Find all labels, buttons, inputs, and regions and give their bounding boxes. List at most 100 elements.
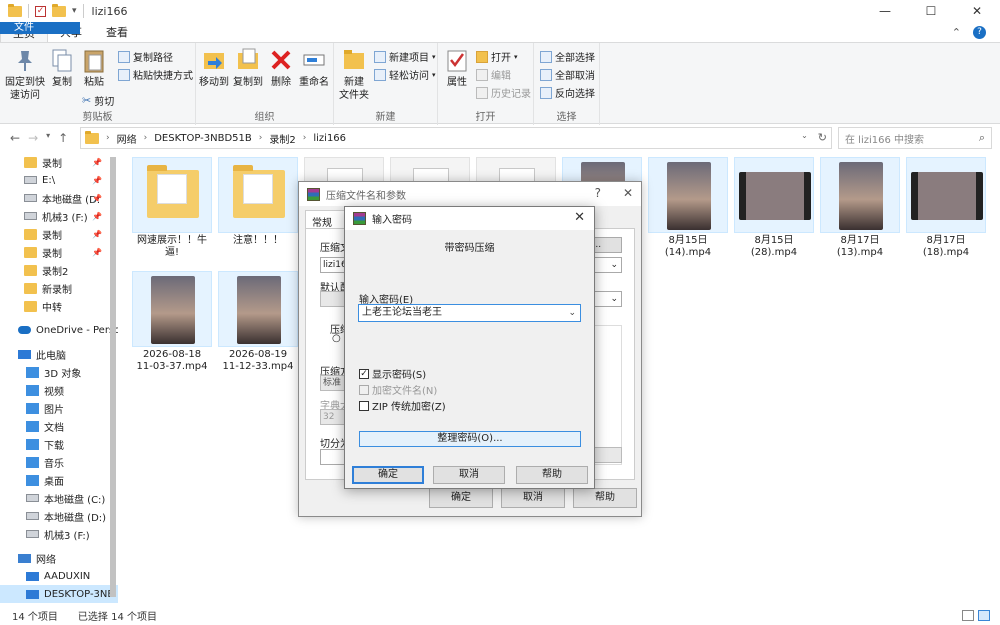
new-folder-quick-icon[interactable] (52, 3, 66, 17)
sidebar-item[interactable]: 下载 (0, 435, 118, 453)
help-button[interactable]: ? (595, 186, 601, 200)
recent-chevron-icon[interactable]: ▾ (46, 131, 50, 145)
history-button[interactable]: 历史记录 (476, 85, 531, 100)
breadcrumb-lizi166[interactable]: lizi166 (313, 133, 346, 144)
tab-general[interactable]: 常规 (305, 210, 345, 229)
properties-button[interactable]: 属性 (442, 47, 472, 89)
file-item[interactable]: 2026-08-19 11-12-33.mp4 (218, 271, 298, 373)
breadcrumb-network[interactable]: 网络 (117, 131, 137, 146)
sidebar-item[interactable]: 此电脑 (0, 345, 118, 363)
zip-legacy-checkbox[interactable]: ZIP 传统加密(Z) (359, 398, 446, 413)
search-input[interactable]: 在 lizi166 中搜索 ⌕ (838, 127, 992, 149)
breadcrumb-desktop[interactable]: DESKTOP-3NBD51B (154, 133, 252, 144)
breadcrumb-recording2[interactable]: 录制2 (269, 131, 295, 146)
chevron-right-icon[interactable]: › (303, 133, 307, 143)
pin-quick-access-button[interactable]: 固定到快 速访问 (4, 47, 46, 102)
sidebar-item[interactable]: 图片 (0, 399, 118, 417)
paste-shortcut-button[interactable]: 粘贴快捷方式 (118, 67, 193, 82)
sidebar-item[interactable]: 本地磁盘 (D:) (0, 507, 118, 525)
sidebar-item[interactable]: 本地磁盘 (D: 📌 (0, 189, 118, 207)
address-history-chevron-icon[interactable]: ⌄ (801, 131, 808, 144)
ribbon-collapse-icon[interactable]: ⌃ (952, 26, 961, 39)
copy-button[interactable]: 复制 (48, 47, 76, 89)
new-item-button[interactable]: 新建项目 ▾ (374, 49, 436, 64)
delete-button[interactable]: 删除 (268, 47, 294, 89)
sidebar-item[interactable]: 3D 对象 (0, 363, 118, 381)
tab-file[interactable]: 文件 (0, 22, 80, 34)
sidebar-item[interactable]: AADUXIN (0, 567, 118, 585)
minimize-button[interactable]: — (862, 0, 908, 22)
copy-path-button[interactable]: 复制路径 (118, 49, 173, 64)
refresh-icon[interactable]: ↻ (818, 131, 827, 144)
close-button[interactable]: ✕ (954, 0, 1000, 22)
ok-button[interactable]: 确定 (429, 488, 493, 508)
paste-label: 粘贴 (84, 77, 104, 88)
copy-to-button[interactable]: 复制到 (232, 47, 264, 89)
sidebar-item[interactable]: DESKTOP-3NB (0, 585, 118, 603)
file-item[interactable]: 网速展示！！牛 逼! (132, 157, 212, 259)
sidebar-item[interactable]: 本地磁盘 (C:) (0, 489, 118, 507)
encrypt-names-checkbox[interactable]: 加密文件名(N) (359, 382, 437, 397)
file-item[interactable]: 8月15日 (14).mp4 (648, 157, 728, 259)
properties-quick-icon[interactable]: ✓ (35, 5, 46, 17)
manage-passwords-button[interactable]: 整理密码(O)... (359, 431, 581, 447)
new-folder-button[interactable]: 新建 文件夹 (338, 47, 370, 102)
show-password-checkbox[interactable]: ✓ 显示密码(S) (359, 366, 426, 381)
up-arrow-icon[interactable]: ↑ (58, 131, 68, 145)
edit-button[interactable]: 编辑 (476, 67, 511, 82)
easy-access-button[interactable]: 轻松访问 ▾ (374, 67, 436, 82)
details-view-icon[interactable] (962, 610, 974, 621)
file-item[interactable]: 8月15日 (28).mp4 (734, 157, 814, 259)
sidebar-item[interactable]: 视频 (0, 381, 118, 399)
tab-view[interactable]: 查看 (94, 22, 140, 42)
help-icon[interactable]: ? (973, 25, 986, 39)
sidebar-item[interactable]: 中转 (0, 297, 118, 315)
maximize-button[interactable]: ☐ (908, 0, 954, 22)
chevron-down-icon[interactable]: ⌄ (568, 305, 576, 321)
sidebar-item[interactable]: 机械3 (F:) (0, 525, 118, 543)
open-button[interactable]: 打开 ▾ (476, 49, 518, 64)
nav-scroll-thumb[interactable] (110, 157, 116, 597)
cancel-button[interactable]: 取消 (433, 466, 505, 484)
format-radio[interactable]: ○ (332, 333, 341, 344)
chevron-right-icon[interactable]: › (106, 133, 110, 143)
close-button[interactable]: ✕ (623, 186, 633, 200)
move-to-button[interactable]: 移动到 (198, 47, 230, 89)
chevron-right-icon[interactable]: › (144, 133, 148, 143)
sidebar-item[interactable]: OneDrive - Perso (0, 321, 118, 339)
invert-selection-button[interactable]: 反向选择 (540, 85, 595, 100)
cancel-button[interactable]: 取消 (501, 488, 565, 508)
back-arrow-icon[interactable]: ← (10, 131, 20, 145)
select-none-button[interactable]: 全部取消 (540, 67, 595, 82)
nav-scrollbar[interactable] (108, 151, 118, 606)
cut-button[interactable]: ✂ 剪切 (82, 93, 114, 108)
close-button[interactable]: ✕ (574, 210, 585, 225)
customize-quick-access-icon[interactable]: ▾ (72, 6, 77, 16)
sidebar-item[interactable]: 录制2 (0, 261, 118, 279)
help-button[interactable]: 帮助 (516, 466, 588, 484)
file-item[interactable]: 注意！！！ (218, 157, 298, 247)
sidebar-item[interactable]: 录制 📌 (0, 153, 118, 171)
sidebar-item[interactable]: 录制 📌 (0, 225, 118, 243)
file-item[interactable]: 2026-08-18 11-03-37.mp4 (132, 271, 212, 373)
chevron-right-icon[interactable]: › (259, 133, 263, 143)
sidebar-item[interactable]: 机械3 (F:) 📌 (0, 207, 118, 225)
sidebar-item[interactable]: 新录制 (0, 279, 118, 297)
sidebar-item[interactable]: 音乐 (0, 453, 118, 471)
rename-button[interactable]: 重命名 (296, 47, 332, 89)
file-item[interactable]: 8月17日 (13).mp4 (820, 157, 900, 259)
sidebar-item[interactable]: 桌面 (0, 471, 118, 489)
ok-button[interactable]: 确定 (352, 466, 424, 484)
help-button[interactable]: 帮助 (573, 488, 637, 508)
sidebar-item[interactable]: 文档 (0, 417, 118, 435)
sidebar-item[interactable]: 网络 (0, 549, 118, 567)
sidebar-item[interactable]: 录制 📌 (0, 243, 118, 261)
address-bar[interactable]: › 网络 › DESKTOP-3NBD51B › 录制2 › lizi166 ⌄… (80, 127, 832, 149)
file-item[interactable]: 8月17日 (18).mp4 (906, 157, 986, 259)
forward-arrow-icon[interactable]: → (28, 131, 38, 145)
paste-button[interactable]: 粘贴 (80, 47, 108, 89)
sidebar-item[interactable]: E:\ 📌 (0, 171, 118, 189)
password-input[interactable]: 上老王论坛当老王 ⌄ (358, 304, 581, 322)
large-icons-view-icon[interactable] (978, 610, 990, 621)
select-all-button[interactable]: 全部选择 (540, 49, 595, 64)
